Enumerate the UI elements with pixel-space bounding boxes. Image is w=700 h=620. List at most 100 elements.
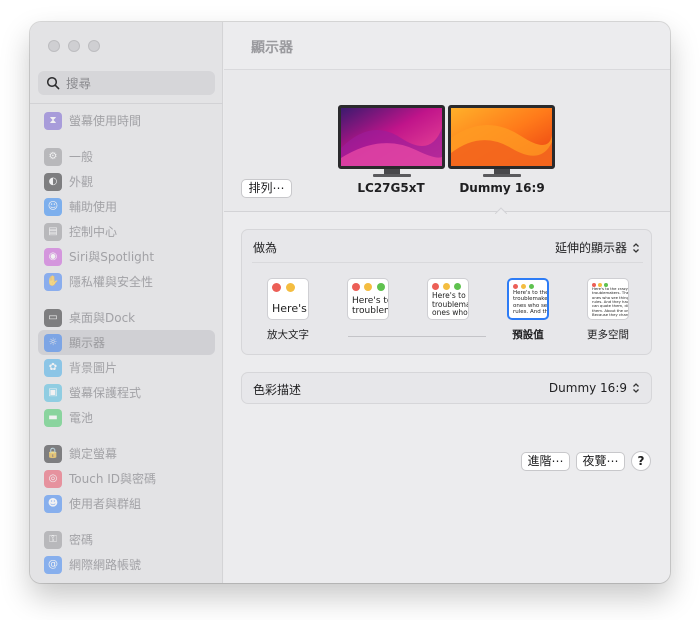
- preview-text: Here's to th troublema ones who s: [432, 291, 469, 318]
- updown-chevron-icon: [633, 242, 639, 253]
- color-profile-popup[interactable]: Dummy 16:9: [549, 381, 640, 395]
- siri-icon: ◉: [44, 247, 62, 266]
- color-profile-label: 色彩描述: [253, 383, 302, 397]
- sidebar-item-screensaver[interactable]: ▣ 螢幕保護程式: [38, 380, 215, 405]
- resolution-slider-track: [348, 336, 486, 337]
- monitor-dummy[interactable]: [448, 105, 555, 177]
- sidebar-item-label: Siri與Spotlight: [69, 250, 155, 264]
- hand-icon: ✋: [44, 272, 62, 291]
- preview-text: Here's to troublem: [352, 296, 389, 317]
- resolution-label: 更多空間: [587, 329, 629, 341]
- sidebar-item-hand[interactable]: ✋ 隱私權與安全性: [38, 269, 215, 294]
- gear-icon: ⚙: [44, 147, 62, 166]
- traffic-lights: [48, 40, 100, 52]
- sidebar-item-fingerprint[interactable]: ◎ Touch ID與密碼: [38, 466, 215, 491]
- sidebar-item-label: Touch ID與密碼: [69, 472, 157, 486]
- preview-text: Here's to the c troublemakers. ones who …: [513, 290, 549, 315]
- settings-window: ⧗ 螢幕使用時間 ⚙ 一般 ◐ 外觀 ☺ 輔助使用 ▤ 控制中心 ◉ Siri與Spotlight ✋ 隱…: [30, 22, 670, 583]
- battery-icon: ▬: [44, 408, 62, 427]
- window-controls-preview: [513, 284, 536, 289]
- resolution-preview: Here's: [267, 278, 309, 320]
- sidebar-item-lock[interactable]: 🔒 鎖定螢幕: [38, 441, 215, 466]
- orange-wallpaper: [451, 108, 552, 166]
- sidebar-item-key[interactable]: ⚿ 密碼: [38, 527, 215, 552]
- window-controls-preview: [432, 283, 465, 290]
- sidebar-item-dock[interactable]: ▭ 桌面與Dock: [38, 305, 215, 330]
- minimize-window-button[interactable]: [68, 40, 80, 52]
- advanced-button[interactable]: 進階⋯: [521, 452, 570, 471]
- sidebar-item-label: 電池: [69, 411, 94, 425]
- close-window-button[interactable]: [48, 40, 60, 52]
- sidebar-item-label: 背景圖片: [69, 361, 118, 375]
- fingerprint-icon: ◎: [44, 469, 62, 488]
- sidebar-item-hourglass[interactable]: ⧗ 螢幕使用時間: [38, 108, 215, 133]
- sidebar-item-label: 螢幕使用時間: [69, 114, 142, 128]
- sidebar-item-label: 網際網路帳號: [69, 558, 142, 572]
- search-input[interactable]: [66, 75, 206, 91]
- panel-divider: [252, 262, 643, 263]
- sidebar-item-label: 顯示器: [69, 336, 106, 350]
- resolution-options: Here's 放大文字 Here's to troublem Here's to th…: [252, 278, 647, 353]
- display-settings-panel: 做為 延伸的顯示器 Here's放大文字Here's to troublemHe…: [241, 229, 652, 355]
- search-field[interactable]: [38, 71, 215, 95]
- color-profile-panel: 色彩描述 Dummy 16:9: [241, 372, 652, 404]
- users-icon: ☻: [44, 494, 62, 513]
- sidebar-item-at[interactable]: @ 網際網路帳號: [38, 552, 215, 577]
- sidebar-item-siri[interactable]: ◉ Siri與Spotlight: [38, 244, 215, 269]
- sidebar-item-label: 桌面與Dock: [69, 311, 136, 325]
- zoom-window-button[interactable]: [88, 40, 100, 52]
- monitor-lc27g5xt[interactable]: [338, 105, 445, 177]
- help-button[interactable]: ?: [631, 451, 651, 471]
- sidebar-item-flower[interactable]: ✿ 背景圖片: [38, 355, 215, 380]
- sidebar: ⧗ 螢幕使用時間 ⚙ 一般 ◐ 外觀 ☺ 輔助使用 ▤ 控制中心 ◉ Siri與Spotlight ✋ 隱…: [30, 22, 223, 583]
- sidebar-item-appearance[interactable]: ◐ 外觀: [38, 169, 215, 194]
- resolution-preview: Here's to the crazy one troublemakers. T…: [587, 278, 629, 320]
- resolution-label: 放大文字: [267, 329, 309, 341]
- screensaver-icon: ▣: [44, 383, 62, 402]
- page-title: 顯示器: [224, 22, 670, 70]
- resolution-label: 預設值: [512, 329, 544, 341]
- main-pane: 顯示器 排列⋯ LC27G5xT Dummy 16:9 做為 延伸的顯示器 He…: [224, 22, 670, 583]
- arrange-button[interactable]: 排列⋯: [241, 179, 292, 198]
- color-profile-value: Dummy 16:9: [548, 381, 627, 395]
- preview-text: Here's: [272, 302, 307, 315]
- resolution-option[interactable]: Here's 放大文字: [252, 278, 324, 342]
- monitor-label-dummy: Dummy 16:9: [459, 181, 545, 195]
- lock-icon: 🔒: [44, 444, 62, 463]
- resolution-option[interactable]: Here's to the c troublemakers. ones who …: [492, 278, 564, 342]
- control-center-icon: ▤: [44, 222, 62, 241]
- resolution-preview: Here's to the c troublemakers. ones who …: [507, 278, 549, 320]
- accessibility-icon: ☺: [44, 197, 62, 216]
- sidebar-item-label: 密碼: [69, 533, 94, 547]
- sidebar-item-label: 鎖定螢幕: [69, 447, 118, 461]
- sidebar-item-label: 外觀: [69, 175, 94, 189]
- sidebar-item-battery[interactable]: ▬ 電池: [38, 405, 215, 430]
- resolution-option[interactable]: Here's to troublem: [332, 278, 404, 327]
- sidebar-item-control-center[interactable]: ▤ 控制中心: [38, 219, 215, 244]
- night-shift-button[interactable]: 夜覽⋯: [576, 452, 625, 471]
- sidebar-item-accessibility[interactable]: ☺ 輔助使用: [38, 194, 215, 219]
- sidebar-item-label: 螢幕保護程式: [69, 386, 142, 400]
- purple-wallpaper: [341, 108, 442, 166]
- sidebar-item-users[interactable]: ☻ 使用者與群組: [38, 491, 215, 516]
- resolution-preview: Here's to th troublema ones who s: [427, 278, 469, 320]
- sun-icon: ☼: [44, 333, 62, 352]
- sidebar-item-label: 輔助使用: [69, 200, 118, 214]
- window-controls-preview: [272, 283, 300, 292]
- use-as-popup[interactable]: 延伸的顯示器: [555, 239, 640, 256]
- sidebar-item-label: 使用者與群組: [69, 497, 142, 511]
- search-icon: [46, 76, 60, 90]
- key-icon: ⚿: [44, 530, 62, 549]
- hourglass-icon: ⧗: [44, 111, 62, 130]
- resolution-option[interactable]: Here's to the crazy one troublemakers. T…: [572, 278, 644, 342]
- at-icon: @: [44, 555, 62, 574]
- updown-chevron-icon: [633, 383, 639, 393]
- resolution-option[interactable]: Here's to th troublema ones who s: [412, 278, 484, 327]
- selection-notch: [495, 207, 507, 214]
- sidebar-item-label: 控制中心: [69, 225, 118, 239]
- use-as-label: 做為: [253, 241, 278, 255]
- monitor-label-lc27g5xt: LC27G5xT: [357, 181, 425, 195]
- sidebar-item-sun[interactable]: ☼ 顯示器: [38, 330, 215, 355]
- sidebar-list: ⧗ 螢幕使用時間 ⚙ 一般 ◐ 外觀 ☺ 輔助使用 ▤ 控制中心 ◉ Siri與Spotlight ✋ 隱…: [38, 108, 215, 577]
- sidebar-item-gear[interactable]: ⚙ 一般: [38, 144, 215, 169]
